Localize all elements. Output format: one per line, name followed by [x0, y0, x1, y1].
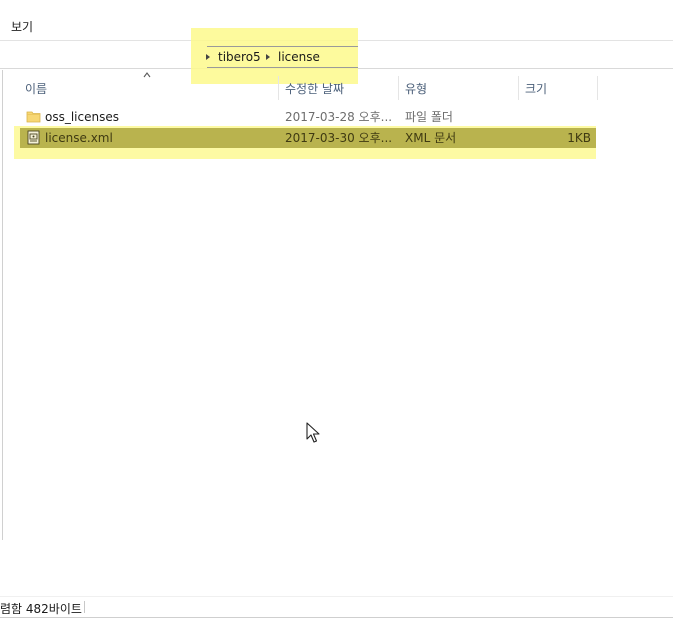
pane-border	[2, 70, 3, 540]
column-header-size[interactable]: 크기	[525, 80, 547, 98]
status-bar: 렴함 482바이트	[0, 596, 673, 619]
file-type: XML 문서	[405, 131, 457, 145]
file-row-selected[interactable]: license.xml 2017-03-30 오후... XML 문서 1KB	[20, 128, 596, 148]
column-header-name[interactable]: 이름	[25, 80, 47, 98]
chevron-right-icon[interactable]	[206, 54, 210, 60]
column-divider[interactable]	[398, 76, 399, 100]
status-divider	[84, 601, 85, 613]
file-name: oss_licenses	[45, 110, 119, 124]
chevron-right-icon[interactable]	[266, 54, 270, 60]
file-date: 2017-03-30 오후...	[285, 131, 393, 145]
sort-ascending-icon	[143, 72, 151, 78]
column-header-date[interactable]: 수정한 날짜	[285, 80, 344, 98]
file-explorer-window: 보기 tibero5 license 이름 수정한 날짜 유형 크기 oss_l…	[0, 0, 673, 619]
window-bottom-border	[0, 617, 673, 618]
breadcrumb-item-tibero5[interactable]: tibero5	[206, 49, 261, 65]
file-size	[520, 107, 591, 127]
file-row[interactable]: oss_licenses 2017-03-28 오후... 파일 폴더	[20, 107, 596, 127]
mouse-cursor-icon	[306, 422, 320, 443]
column-divider[interactable]	[518, 76, 519, 100]
breadcrumb-item-license[interactable]: license	[266, 49, 320, 65]
file-name: license.xml	[45, 131, 113, 145]
column-header-type[interactable]: 유형	[405, 80, 427, 98]
column-divider[interactable]	[597, 76, 598, 100]
ribbon-tab-view[interactable]: 보기	[11, 18, 33, 35]
xml-document-icon	[27, 130, 40, 145]
file-date: 2017-03-28 오후...	[285, 110, 393, 124]
file-size: 1KB	[567, 131, 591, 145]
column-divider[interactable]	[278, 76, 279, 100]
status-text: 렴함 482바이트	[0, 602, 82, 616]
breadcrumb-label: license	[278, 50, 320, 64]
file-type: 파일 폴더	[405, 110, 453, 124]
breadcrumb-label: tibero5	[218, 50, 261, 64]
folder-icon	[26, 111, 41, 123]
address-divider-top	[207, 46, 358, 47]
address-divider-bottom	[207, 67, 358, 68]
